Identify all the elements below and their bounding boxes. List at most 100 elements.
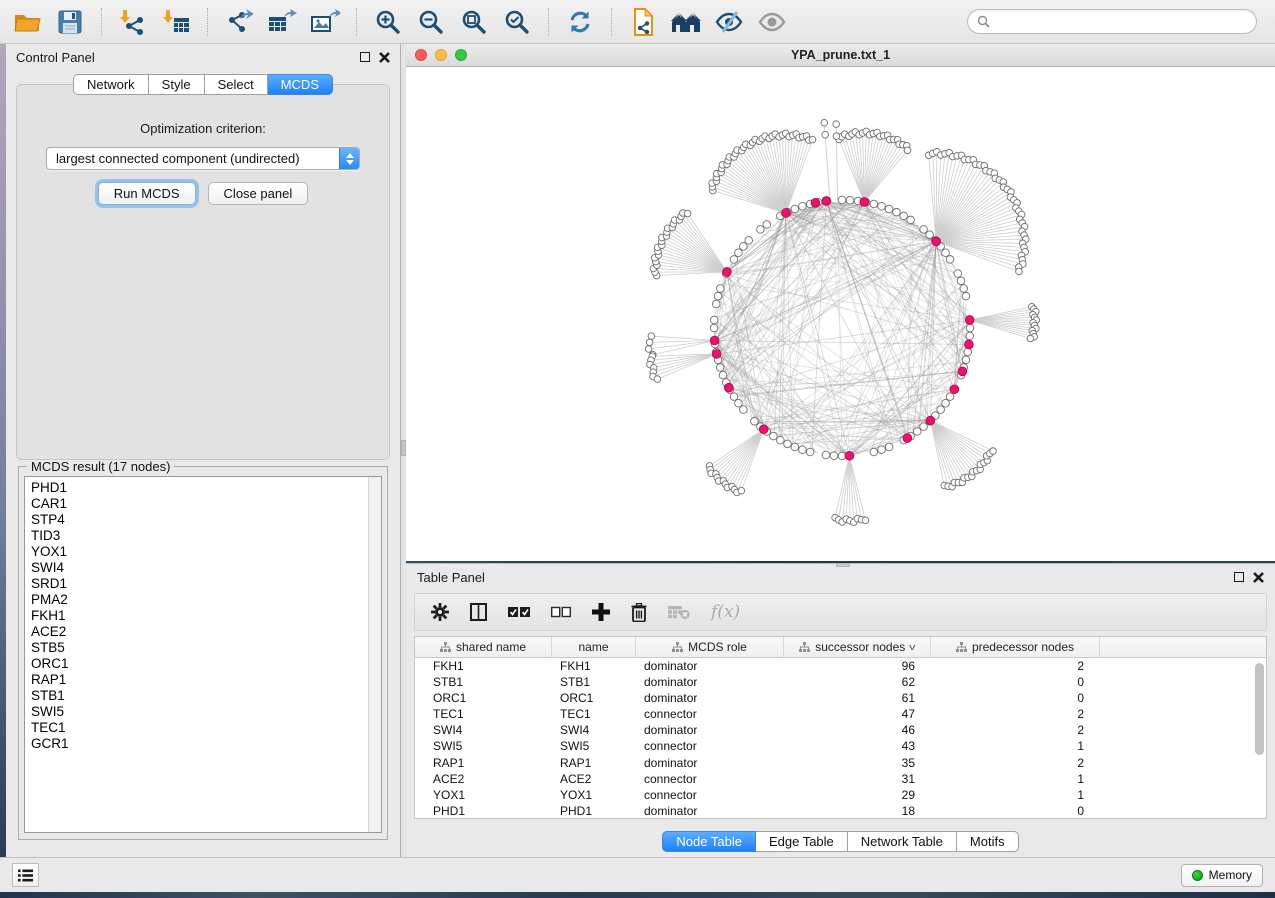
graph-node[interactable]	[954, 270, 962, 278]
horizontal-splitter-grip[interactable]	[836, 563, 850, 567]
graph-hub-node-selected[interactable]	[932, 237, 941, 246]
float-panel-icon[interactable]	[1234, 572, 1244, 582]
graph-leaf-node[interactable]	[738, 487, 745, 494]
graph-leaf-node[interactable]	[862, 517, 869, 524]
home-button[interactable]	[669, 5, 703, 39]
column-header-successor-nodes[interactable]: successor nodesv	[784, 637, 931, 657]
column-header-name[interactable]: name	[552, 637, 636, 657]
graph-node[interactable]	[751, 418, 759, 426]
column-header-MCDS-role[interactable]: MCDS role	[636, 637, 784, 657]
graph-leaf-node[interactable]	[990, 448, 997, 455]
graph-node[interactable]	[716, 364, 724, 372]
graph-node[interactable]	[730, 256, 738, 264]
graph-node[interactable]	[770, 432, 778, 440]
show-column-button[interactable]	[470, 603, 487, 621]
network-graph[interactable]	[406, 67, 1275, 561]
run-mcds-button[interactable]: Run MCDS	[98, 182, 196, 205]
float-panel-icon[interactable]	[360, 52, 370, 62]
graph-node[interactable]	[966, 324, 974, 332]
graph-node[interactable]	[714, 292, 722, 300]
splitter-grip[interactable]	[401, 440, 406, 456]
graph-leaf-node[interactable]	[833, 121, 840, 128]
optimization-criterion-select[interactable]: largest connected component (undirected)	[46, 147, 360, 170]
graph-node[interactable]	[716, 285, 724, 293]
graph-leaf-node[interactable]	[1027, 335, 1034, 342]
graph-node[interactable]	[878, 202, 886, 210]
graph-node[interactable]	[870, 448, 878, 456]
graph-node[interactable]	[966, 332, 974, 340]
list-item[interactable]: ACE2	[31, 624, 381, 640]
memory-button[interactable]: Memory	[1181, 864, 1263, 887]
graph-hub-node-selected[interactable]	[860, 198, 869, 207]
graph-node[interactable]	[757, 226, 765, 234]
mcds-list-scrollbar[interactable]	[368, 477, 381, 832]
graph-hub-node-selected[interactable]	[965, 316, 974, 325]
list-item[interactable]: STP4	[31, 512, 381, 528]
graph-leaf-node[interactable]	[904, 147, 911, 154]
graph-hub-node-selected[interactable]	[965, 340, 974, 349]
maximize-window-icon[interactable]	[455, 49, 467, 61]
graph-node[interactable]	[740, 406, 748, 414]
vertical-splitter[interactable]	[401, 44, 406, 858]
zoom-out-button[interactable]	[414, 5, 448, 39]
list-item[interactable]: PHD1	[31, 480, 381, 496]
graph-hub-node-selected[interactable]	[759, 425, 768, 434]
graph-node[interactable]	[907, 216, 915, 224]
table-row[interactable]: TEC1TEC1connector472	[415, 706, 1266, 722]
list-item[interactable]: CAR1	[31, 496, 381, 512]
graph-node[interactable]	[763, 221, 771, 229]
task-history-button[interactable]	[12, 863, 39, 887]
import-table-button[interactable]	[159, 5, 193, 39]
graph-node[interactable]	[942, 399, 950, 407]
list-item[interactable]: STB5	[31, 640, 381, 656]
export-network-button[interactable]	[222, 5, 256, 39]
search-input[interactable]	[995, 15, 1247, 29]
graph-node[interactable]	[900, 212, 908, 220]
graph-node[interactable]	[885, 443, 893, 451]
graph-node[interactable]	[740, 243, 748, 251]
table-row[interactable]: RAP1RAP1dominator352	[415, 755, 1266, 771]
table-row[interactable]: SWI5SWI5connector431	[415, 738, 1266, 754]
list-item[interactable]: SWI4	[31, 560, 381, 576]
zoom-in-button[interactable]	[371, 5, 405, 39]
graph-node[interactable]	[885, 205, 893, 213]
column-header-shared-name[interactable]: shared name	[415, 637, 552, 657]
zoom-selected-button[interactable]	[500, 5, 534, 39]
graph-node[interactable]	[878, 446, 886, 454]
graph-hub-node-selected[interactable]	[724, 383, 733, 392]
graph-hub-node-selected[interactable]	[811, 198, 820, 207]
graph-hub-node-selected[interactable]	[712, 350, 721, 359]
graph-node[interactable]	[838, 196, 846, 204]
table-row[interactable]: STB1STB1dominator620	[415, 674, 1266, 690]
graph-hub-node-selected[interactable]	[926, 416, 935, 425]
list-item[interactable]: PMA2	[31, 592, 381, 608]
graph-node[interactable]	[913, 428, 921, 436]
table-row[interactable]: PHD1PHD1dominator180	[415, 803, 1266, 819]
graph-node[interactable]	[791, 443, 799, 451]
column-header-predecessor-nodes[interactable]: predecessor nodes	[931, 637, 1100, 657]
list-item[interactable]: YOX1	[31, 544, 381, 560]
graph-leaf-node[interactable]	[646, 339, 653, 346]
list-item[interactable]: STB1	[31, 688, 381, 704]
graph-node[interactable]	[712, 300, 720, 308]
close-window-icon[interactable]	[415, 49, 427, 61]
graph-node[interactable]	[846, 196, 854, 204]
graph-node[interactable]	[777, 436, 785, 444]
list-item[interactable]: RAP1	[31, 672, 381, 688]
graph-leaf-node[interactable]	[654, 376, 661, 383]
minimize-window-icon[interactable]	[435, 49, 447, 61]
graph-node[interactable]	[946, 393, 954, 401]
tab-mcds[interactable]: MCDS	[268, 74, 333, 95]
graph-leaf-node[interactable]	[821, 119, 828, 126]
close-panel-button[interactable]: Close panel	[208, 182, 309, 205]
close-panel-icon[interactable]	[379, 52, 390, 63]
graph-node[interactable]	[710, 316, 718, 324]
export-table-button[interactable]	[265, 5, 299, 39]
add-column-button[interactable]	[592, 603, 610, 621]
table-row[interactable]: YOX1YOX1connector291	[415, 787, 1266, 803]
graph-leaf-node[interactable]	[822, 131, 829, 138]
show-all-button[interactable]	[755, 5, 789, 39]
graph-node[interactable]	[960, 285, 968, 293]
list-item[interactable]: ORC1	[31, 656, 381, 672]
graph-node[interactable]	[719, 371, 727, 379]
